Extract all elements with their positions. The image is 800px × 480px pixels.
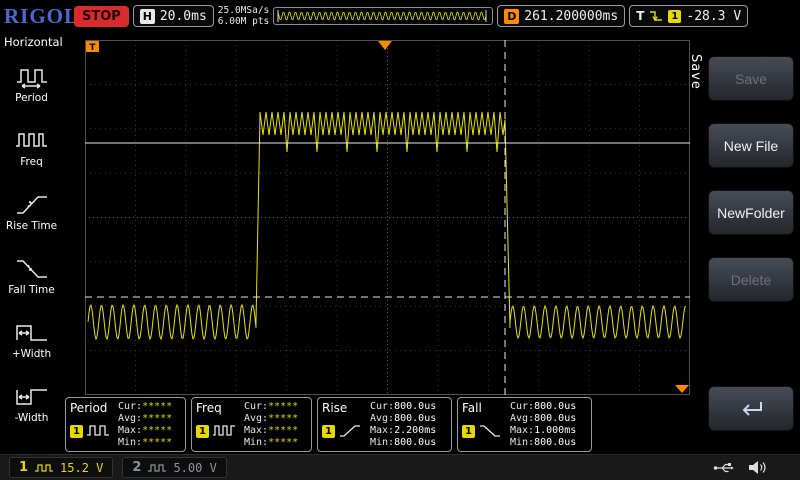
channel-2-status[interactable]: 2 5.00 V [122,457,226,478]
right-menu-buttons: Save New File NewFolder Delete [708,56,794,431]
top-bar: RIGOL STOP H 20.0ms 25.0MSa/s 6.00M pts … [0,0,800,32]
sample-rate-block: 25.0MSa/s 6.00M pts [218,5,269,27]
measurement-values: Cur:800.0us Avg:800.0us Max:2.200ms Min:… [370,401,447,448]
measurement-name: Period [70,401,118,415]
menu-item-label: Rise Time [6,220,57,232]
measurement-name: Freq [196,401,244,415]
freq-icon [212,423,236,439]
trigger-position-marker[interactable] [378,41,392,50]
fall-time-icon [14,255,50,281]
waveform-display[interactable]: T [85,40,690,395]
trigger-box[interactable]: T 1 -28.3 V [629,5,748,27]
waveform-coupling-icon [147,462,167,474]
measurement-name: Fall [462,401,510,415]
freq-icon [14,127,50,153]
rise-edge-icon [338,423,362,439]
menu-item-rise-time[interactable]: Rise Time [0,179,63,243]
menu-item-freq[interactable]: Freq [0,115,63,179]
memory-depth: 6.00M pts [218,16,269,27]
usb-icon [713,461,735,475]
status-bar: 1 15.2 V 2 5.00 V [0,454,800,480]
system-icons [713,460,766,475]
oscilloscope-screen: RIGOL STOP H 20.0ms 25.0MSa/s 6.00M pts … [0,0,800,480]
sample-rate: 25.0MSa/s [218,5,269,16]
grid-border [86,41,690,395]
channel-number: 1 [19,460,28,475]
channel-1-badge: 1 [462,425,475,438]
menu-item-label: +Width [12,348,51,360]
right-menu-panel: Save Save New File NewFolder Delete [686,32,800,454]
period-icon [14,63,50,89]
measurement-rise[interactable]: Rise 1 Cur:800.0us Avg:800.0us Max:2.200… [317,397,452,452]
channel-1-badge: 1 [70,425,83,438]
falling-edge-icon [649,9,663,23]
measurement-values: Cur:800.0us Avg:800.0us Max:1.000ms Min:… [510,401,587,448]
h-label: H [140,9,155,24]
horizontal-timebase-box[interactable]: H 20.0ms [133,5,214,27]
menu-item-label: Period [15,92,48,104]
channel-scale: 15.2 V [60,461,103,475]
run-state-badge[interactable]: STOP [74,6,129,27]
left-menu: Horizontal Period Freq Rise Time Fall Ti… [0,32,63,452]
menu-item-minuswidth[interactable]: -Width [0,371,63,435]
d-label: D [504,9,519,24]
memory-waveform-trace [278,13,486,20]
return-arrow-icon [736,398,766,420]
menu-item-pluswidth[interactable]: +Width [0,307,63,371]
back-button[interactable] [708,386,794,431]
menu-item-label: Freq [20,156,43,168]
delete-button[interactable]: Delete [708,257,794,302]
menu-item-period[interactable]: Period [0,51,63,115]
t-label: T [636,9,644,23]
save-button[interactable]: Save [708,56,794,101]
new-folder-button[interactable]: NewFolder [708,190,794,235]
trigger-corner-label: T [89,43,96,53]
measurement-values: Cur:***** Avg:***** Max:***** Min:***** [244,401,307,448]
channel-scale: 5.00 V [173,461,216,475]
memory-waveform [276,8,490,24]
fall-edge-icon [478,423,502,439]
memory-waveform-strip[interactable] [273,7,493,25]
channel-1-badge: 1 [196,425,209,438]
waveform-coupling-icon [34,462,54,474]
period-icon [86,423,110,439]
plus-width-icon [14,319,50,345]
left-menu-title: Horizontal [0,32,63,51]
measurement-row: Period 1 Cur:***** Avg:***** Max:***** M… [63,397,685,455]
measurement-freq[interactable]: Freq 1 Cur:***** Avg:***** Max:***** Min… [191,397,312,452]
menu-item-label: Fall Time [8,284,54,296]
delay-value: 261.200000ms [524,9,618,24]
rise-time-icon [14,191,50,217]
measurement-period[interactable]: Period 1 Cur:***** Avg:***** Max:***** M… [65,397,186,452]
channel-1-status[interactable]: 1 15.2 V [9,457,113,478]
delay-box[interactable]: D 261.200000ms [497,5,625,27]
menu-item-label: -Width [15,412,49,424]
channel-number: 2 [132,460,141,475]
trigger-level-value: -28.3 V [686,9,741,24]
rigol-logo: RIGOL [4,4,70,29]
measurement-values: Cur:***** Avg:***** Max:***** Min:***** [118,401,181,448]
timebase-value: 20.0ms [160,9,207,24]
measurement-name: Rise [322,401,370,415]
minus-width-icon [14,383,50,409]
trigger-source-badge: 1 [668,10,681,23]
new-file-button[interactable]: New File [708,123,794,168]
right-menu-title: Save [688,54,703,90]
channel-1-badge: 1 [322,425,335,438]
menu-item-fall-time[interactable]: Fall Time [0,243,63,307]
measurement-fall[interactable]: Fall 1 Cur:800.0us Avg:800.0us Max:1.000… [457,397,592,452]
speaker-icon [748,460,766,475]
